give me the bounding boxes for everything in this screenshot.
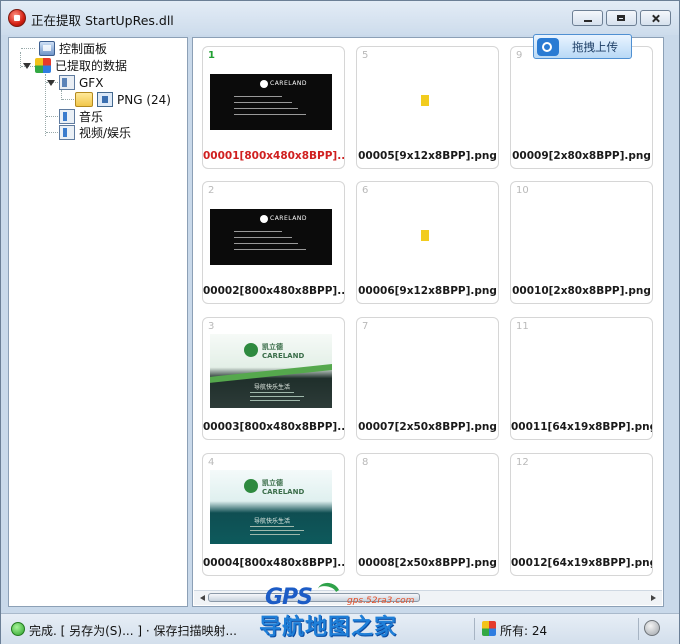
expand-triangle-icon[interactable] [23,62,31,69]
thumbnail-caption: 00010[2x80x8BPP].png [512,285,651,297]
item-index: 8 [362,457,369,468]
thumbnail-caption: 00005[9x12x8BPP].png [358,150,497,162]
status-message[interactable]: 完成. [ 另存为(S)... ] · 保存扫描映射... [29,622,237,639]
item-index: 11 [516,321,529,332]
thumbnail-item[interactable]: 9 00009[2x80x8BPP].png [510,46,653,169]
folder-open-icon [75,92,93,107]
minimize-button[interactable] [572,10,603,26]
thumbnail-slogan: 导航快乐生活 [254,518,291,525]
thumbnail-item[interactable]: 12 00012[64x19x8BPP].png [510,453,653,576]
upload-label: 拖拽上传 [572,39,618,54]
tree-label: 音乐 [79,110,104,124]
thumbnail-item[interactable]: 11 00011[64x19x8BPP].png [510,317,653,440]
thumbnail-image [421,95,429,106]
watermark-text: 导航地图之家 [259,615,398,640]
thumbnail-caption: 00012[64x19x8BPP].png [511,557,652,569]
thumbnail-item[interactable]: 3 凯立德 CARELAND 导航快乐生活 00003[800x480x8BPP]… [202,317,345,440]
status-divider [474,618,475,640]
thumbnail-item[interactable]: 8 00008[2x50x8BPP].png [356,453,499,576]
folder-tree: 控制面板 已提取的数据 GFX PNG (24) 音乐 视频/娱乐 [8,37,188,607]
thumbnail-caption: 00011[64x19x8BPP].png [511,421,652,433]
expand-triangle-icon[interactable] [47,79,55,86]
video-icon [59,125,75,140]
thumbnail-brand: CARELAND [270,80,307,87]
tree-item-control-panel[interactable]: 控制面板 [39,40,107,57]
thumbnail-grid: 1 CARELAND 00001[800x480x8BPP].... 2 CAR… [192,37,664,607]
thumbnail-item[interactable]: 5 00005[9x12x8BPP].png [356,46,499,169]
control-panel-icon [39,41,55,56]
item-index: 1 [208,50,215,61]
gfx-icon [59,75,75,90]
thumbnail-item[interactable]: 6 00006[9x12x8BPP].png [356,181,499,304]
window-title: 正在提取 StartUpRes.dll [31,13,174,28]
thumbnail-brand: CARELAND [262,352,305,360]
watermark-logo: GPS [265,585,313,610]
item-index: 9 [516,50,523,61]
tree-label: 已提取的数据 [55,59,128,73]
thumbnail-image: 凯立德 CARELAND 导航快乐生活 [210,470,332,544]
item-index: 7 [362,321,369,332]
watermark: GPS gps.52ra3.com 导航地图之家 [259,579,459,640]
scroll-right-arrow-icon[interactable] [651,595,656,601]
thumbnail-brand: CARELAND [262,488,305,496]
data-count-icon [482,621,496,636]
thumbnail-caption: 00003[800x480x8BPP].... [203,421,344,433]
thumbnail-caption: 00001[800x480x8BPP].... [203,150,344,162]
thumbnail-slogan: 导航快乐生活 [254,384,291,391]
tree-item-extracted-data[interactable]: 已提取的数据 [23,57,127,74]
cloud-upload-icon [537,37,559,56]
ok-status-icon [11,622,25,636]
thumbnail-caption: 00009[2x80x8BPP].png [512,150,651,162]
thumbnail-caption: 00007[2x50x8BPP].png [358,421,497,433]
item-count: 所有: 24 [500,624,548,638]
watermark-arc-icon [314,579,343,607]
tree-item-video[interactable]: 视频/娱乐 [59,124,131,141]
title-bar: 正在提取 StartUpRes.dll [1,1,679,35]
main-window: 正在提取 StartUpRes.dll 控制面板 已提取的数据 GFX PNG … [0,0,680,644]
thumbnail-caption: 00008[2x50x8BPP].png [358,557,497,569]
tree-item-gfx[interactable]: GFX [47,74,103,91]
thumbnail-item[interactable]: 2 CARELAND 00002[800x480x8BPP].... [202,181,345,304]
item-index: 3 [208,321,215,332]
thumbnail-image: CARELAND [210,74,332,130]
thumbnail-image: 凯立德 CARELAND 导航快乐生活 [210,334,332,408]
thumbnail-brand-cn: 凯立德 [262,479,283,487]
app-icon [8,9,26,27]
drag-upload-button[interactable]: 拖拽上传 [533,34,632,59]
tree-item-png[interactable]: PNG (24) [75,91,171,108]
tree-label: 视频/娱乐 [79,126,132,140]
scroll-left-arrow-icon[interactable] [200,595,205,601]
watermark-url: gps.52ra3.com [347,596,415,606]
item-index: 6 [362,185,369,196]
thumbnail-caption: 00004[800x480x8BPP].... [203,557,344,569]
extracted-data-icon [35,58,51,73]
item-index: 5 [362,50,369,61]
item-index: 10 [516,185,529,196]
close-button[interactable] [640,10,671,26]
png-icon [97,92,113,107]
thumbnail-brand: CARELAND [270,215,307,222]
thumbnail-caption: 00002[800x480x8BPP].... [203,285,344,297]
maximize-button[interactable] [606,10,637,26]
thumbnail-item[interactable]: 7 00007[2x50x8BPP].png [356,317,499,440]
globe-icon[interactable] [644,620,660,636]
tree-label: GFX [79,75,104,90]
window-controls [572,10,671,26]
thumbnail-brand-cn: 凯立德 [262,343,283,351]
thumbnail-item[interactable]: 10 00010[2x80x8BPP].png [510,181,653,304]
thumbnail-image [421,230,429,241]
tree-label: 控制面板 [59,42,108,56]
status-divider [638,618,639,640]
tree-item-music[interactable]: 音乐 [59,108,103,125]
thumbnail-item[interactable]: 4 凯立德 CARELAND 导航快乐生活 00004[800x480x8BPP]… [202,453,345,576]
thumbnail-item[interactable]: 1 CARELAND 00001[800x480x8BPP].... [202,46,345,169]
music-icon [59,109,75,124]
item-index: 4 [208,457,215,468]
item-index: 2 [208,185,215,196]
thumbnail-image: CARELAND [210,209,332,265]
tree-label: PNG (24) [117,92,171,107]
thumbnail-caption: 00006[9x12x8BPP].png [358,285,497,297]
item-index: 12 [516,457,529,468]
